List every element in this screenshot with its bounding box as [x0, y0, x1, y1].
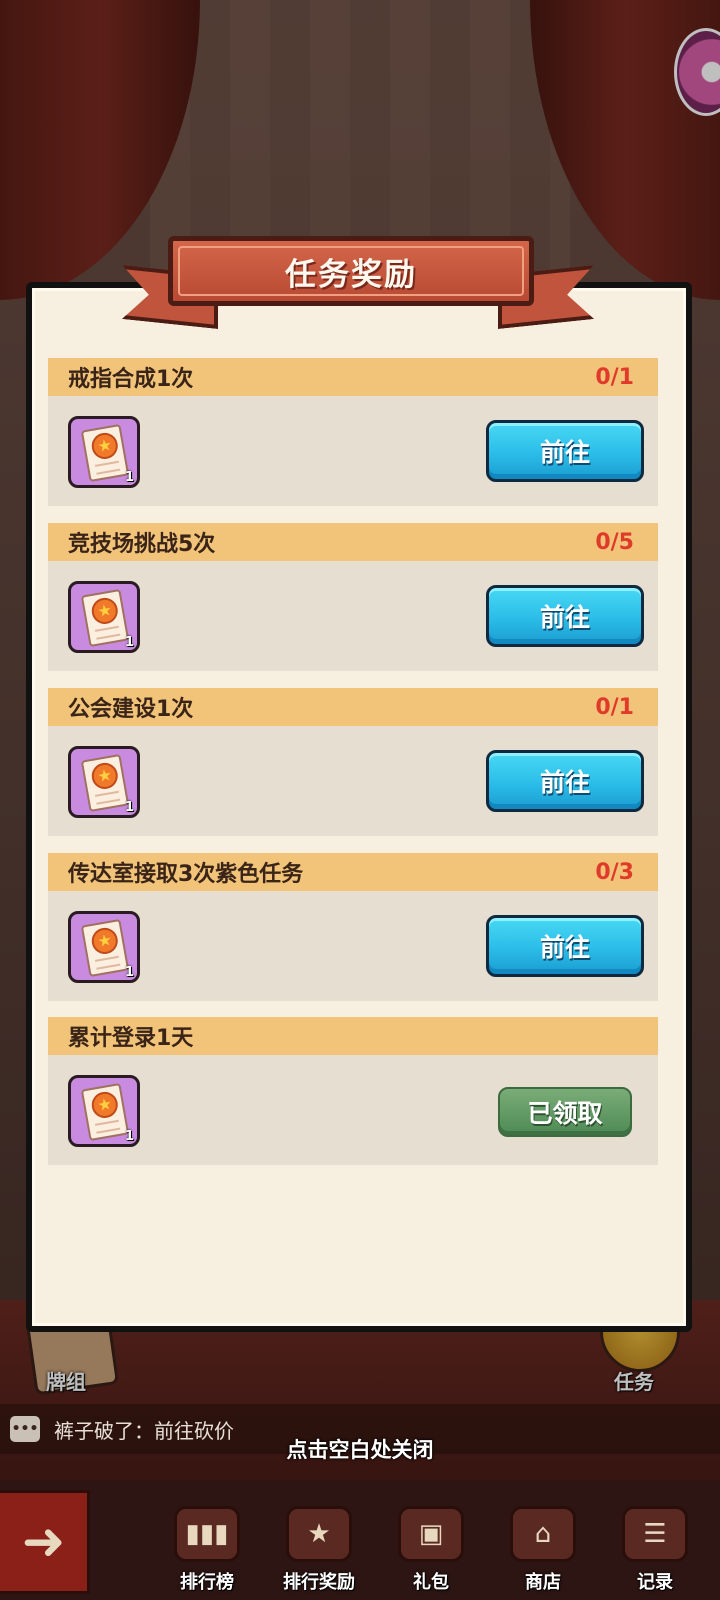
star-icon: ★ [89, 760, 120, 791]
task-item: 公会建设1次 0/1 ★ 1 前往 [48, 688, 658, 836]
reward-count: 1 [124, 1129, 134, 1144]
task-item: 竞技场挑战5次 0/5 ★ 1 前往 [48, 523, 658, 671]
go-button[interactable]: 前往 [486, 750, 644, 812]
task-progress: 0/5 [595, 529, 634, 555]
task-name: 公会建设1次 [68, 697, 194, 722]
task-name: 戒指合成1次 [68, 367, 194, 392]
go-button[interactable]: 前往 [486, 420, 644, 482]
gift-icon: ▣ [398, 1506, 464, 1562]
nav-label: 礼包 [413, 1572, 449, 1593]
leaderboard-icon: ▮▮▮ [174, 1506, 240, 1562]
shop-icon: ⌂ [510, 1506, 576, 1562]
ticket-icon: ★ [80, 753, 130, 813]
star-icon: ★ [89, 595, 120, 626]
ticket-lines [94, 625, 121, 640]
task-item: 传达室接取3次紫色任务 0/3 ★ 1 前往 [48, 853, 658, 1001]
claimed-button[interactable]: 已领取 [498, 1087, 632, 1137]
dialog-title-ribbon: 任务奖励 [168, 236, 534, 306]
task-body: ★ 1 已领取 [48, 1055, 658, 1165]
task-header: 传达室接取3次紫色任务 0/3 [48, 853, 658, 891]
back-arrow-icon: ➜ [21, 1512, 66, 1572]
star-icon: ★ [89, 1089, 120, 1120]
star-trophy-icon: ★ [286, 1506, 352, 1562]
task-name: 竞技场挑战5次 [68, 532, 216, 557]
reward-count: 1 [124, 965, 134, 980]
reward-item[interactable]: ★ 1 [68, 416, 140, 488]
task-header: 公会建设1次 0/1 [48, 688, 658, 726]
reward-item[interactable]: ★ 1 [68, 911, 140, 983]
nav-label: 记录 [637, 1572, 673, 1593]
star-icon: ★ [89, 430, 120, 461]
task-item: 累计登录1天 ★ 1 已领取 [48, 1017, 658, 1165]
reward-item[interactable]: ★ 1 [68, 581, 140, 653]
ticket-icon: ★ [80, 423, 130, 483]
nav-rank-rewards[interactable]: ★ 排行奖励 [276, 1498, 362, 1594]
task-header: 竞技场挑战5次 0/5 [48, 523, 658, 561]
task-progress: 0/1 [595, 364, 634, 390]
task-header: 戒指合成1次 0/1 [48, 358, 658, 396]
reward-count: 1 [124, 470, 134, 485]
ticket-lines [94, 790, 121, 805]
reward-item[interactable]: ★ 1 [68, 746, 140, 818]
task-name: 传达室接取3次紫色任务 [68, 862, 304, 887]
ticket-icon: ★ [80, 918, 130, 978]
nav-gift[interactable]: ▣ 礼包 [388, 1498, 474, 1594]
nav-shop[interactable]: ⌂ 商店 [500, 1498, 586, 1594]
nav-label: 排行奖励 [283, 1572, 355, 1593]
nav-label: 商店 [525, 1572, 561, 1593]
ticket-icon: ★ [80, 1082, 130, 1142]
task-body: ★ 1 前往 [48, 891, 658, 1001]
reward-count: 1 [124, 635, 134, 650]
task-body: ★ 1 前往 [48, 561, 658, 671]
task-name: 累计登录1天 [68, 1026, 194, 1051]
task-header: 累计登录1天 [48, 1017, 658, 1055]
task-body: ★ 1 前往 [48, 396, 658, 506]
task-body: ★ 1 前往 [48, 726, 658, 836]
record-icon: ☰ [622, 1506, 688, 1562]
go-button[interactable]: 前往 [486, 585, 644, 647]
reward-count: 1 [124, 800, 134, 815]
go-button[interactable]: 前往 [486, 915, 644, 977]
reward-item[interactable]: ★ 1 [68, 1075, 140, 1147]
task-item: 戒指合成1次 0/1 ★ 1 前往 [48, 358, 658, 506]
ticket-lines [94, 955, 121, 970]
task-progress: 0/1 [595, 694, 634, 720]
dialog-title: 任务奖励 [285, 256, 417, 293]
close-hint: 点击空白处关闭 [286, 1438, 434, 1462]
nav-leaderboard[interactable]: ▮▮▮ 排行榜 [164, 1498, 250, 1594]
nav-record[interactable]: ☰ 记录 [612, 1498, 698, 1594]
star-icon: ★ [89, 925, 120, 956]
ticket-icon: ★ [80, 588, 130, 648]
ticket-lines [94, 1119, 121, 1134]
task-progress: 0/3 [595, 859, 634, 885]
ticket-lines [94, 460, 121, 475]
back-button[interactable]: ➜ [0, 1490, 90, 1594]
nav-label: 排行榜 [180, 1572, 234, 1593]
